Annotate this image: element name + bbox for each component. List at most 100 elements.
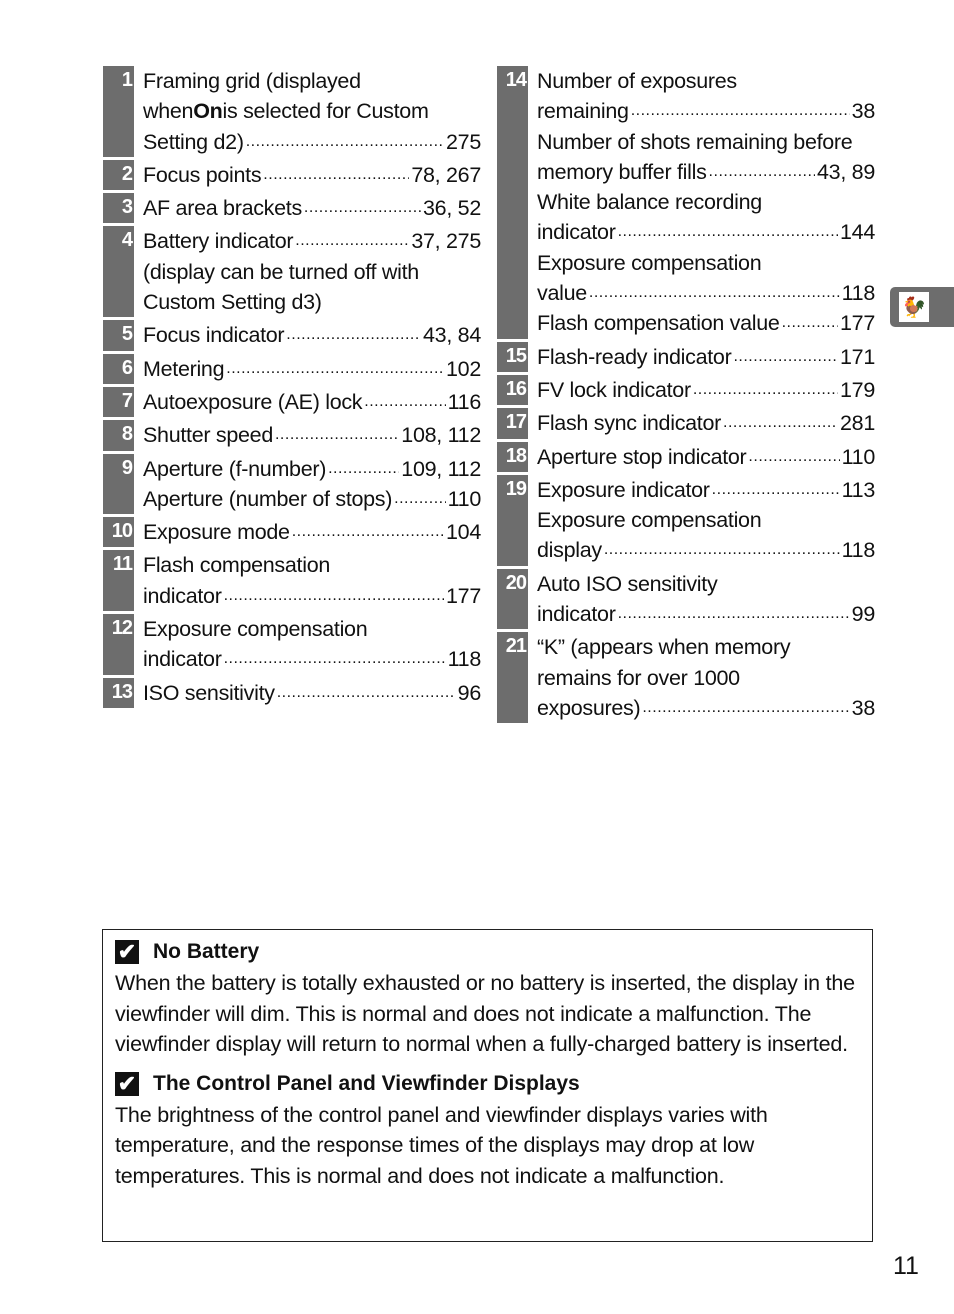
entry-label: Exposure compensation bbox=[143, 617, 368, 642]
dot-leader bbox=[712, 475, 840, 505]
dot-leader bbox=[304, 193, 421, 223]
dot-leader bbox=[224, 581, 444, 611]
entry-line: Focus points 78, 267 bbox=[143, 160, 481, 190]
entry-line: Custom Setting d3) bbox=[143, 287, 481, 317]
entry-label: memory buffer fills bbox=[537, 159, 707, 184]
entry-number-badge: 20 bbox=[497, 568, 528, 630]
entry-number-badge: 7 bbox=[103, 386, 134, 418]
dot-leader bbox=[364, 387, 445, 417]
dot-leader bbox=[693, 375, 838, 405]
entry-label: Metering bbox=[143, 356, 225, 381]
entry-text: Exposure mode 104 bbox=[134, 517, 481, 547]
page-reference: 179 bbox=[840, 377, 875, 402]
entry-line: indicator 144 bbox=[537, 217, 875, 247]
legend-entry: 6 Metering 102 bbox=[103, 353, 481, 384]
page-reference: 99 bbox=[851, 602, 876, 627]
entry-line: Framing grid (displayed bbox=[143, 66, 481, 96]
entry-label: Framing grid (displayed bbox=[143, 69, 361, 93]
dot-leader bbox=[277, 678, 456, 708]
dot-leader bbox=[295, 226, 409, 256]
entry-line: exposures) 38 bbox=[537, 693, 875, 723]
entry-text: Focus points 78, 267 bbox=[134, 160, 481, 190]
entry-line: Setting d2) 275 bbox=[143, 127, 481, 157]
entry-line: Battery indicator 37, 275 bbox=[143, 226, 481, 256]
entry-text: Flash-ready indicator 171 bbox=[528, 342, 875, 372]
dot-leader bbox=[286, 320, 421, 350]
entry-label: Exposure indicator bbox=[537, 477, 710, 502]
entry-line: ISO sensitivity 96 bbox=[143, 678, 481, 708]
entry-label-bold: On bbox=[193, 99, 223, 124]
entry-label: Custom Setting d3) bbox=[143, 290, 322, 315]
section-tab[interactable]: 🐓 bbox=[890, 287, 954, 327]
page-reference: 38 bbox=[851, 695, 876, 720]
entry-label: Auto ISO sensitivity bbox=[537, 571, 718, 596]
entry-line: Aperture (number of stops) 110 bbox=[143, 484, 481, 514]
page-reference: 177 bbox=[840, 311, 875, 336]
dot-leader bbox=[224, 644, 446, 674]
entry-line: indicator 177 bbox=[143, 581, 481, 611]
dot-leader bbox=[709, 157, 815, 187]
entry-line: (display can be turned off with bbox=[143, 257, 481, 287]
entry-label: Aperture (number of stops) bbox=[143, 486, 393, 511]
page-number: 11 bbox=[893, 1252, 919, 1280]
entry-number-badge: 12 bbox=[103, 614, 134, 675]
legend-column-left: 1 Framing grid (displayed when On is selec… bbox=[103, 66, 481, 711]
entry-label: Shutter speed bbox=[143, 423, 273, 448]
entry-line: when On is selected for Custom bbox=[143, 96, 481, 126]
note-displays: ✔ The Control Panel and Viewfinder Displa… bbox=[115, 1068, 860, 1192]
page-reference: 36, 52 bbox=[423, 196, 481, 221]
entry-line: Exposure compensation bbox=[143, 614, 481, 644]
note-body: When the battery is totally exhausted or… bbox=[115, 971, 855, 1056]
entry-number-badge: 8 bbox=[103, 420, 134, 451]
legend-entry: 4 Battery indicator 37, 275 (display can be… bbox=[103, 226, 481, 318]
entry-line: remains for over 1000 bbox=[537, 663, 875, 693]
entry-label: (display can be turned off with bbox=[143, 259, 419, 284]
entry-line: Number of shots remaining before bbox=[537, 127, 875, 157]
entry-text: FV lock indicator 179 bbox=[528, 375, 875, 405]
note-title: The Control Panel and Viewfinder Display… bbox=[153, 1071, 580, 1095]
entry-text: Exposure compensation indicator 118 bbox=[134, 614, 481, 675]
page-reference: 144 bbox=[840, 220, 875, 245]
entry-text: Shutter speed 108, 112 bbox=[134, 420, 481, 450]
entry-label: indicator bbox=[143, 583, 222, 608]
entry-number-badge: 14 bbox=[497, 66, 528, 339]
entry-line: White balance recording bbox=[537, 187, 875, 217]
legend-entry: 8 Shutter speed 108, 112 bbox=[103, 420, 481, 451]
entry-label: Flash compensation bbox=[143, 553, 331, 578]
entry-text: Autoexposure (AE) lock 116 bbox=[134, 387, 481, 417]
entry-line: FV lock indicator 179 bbox=[537, 375, 875, 405]
entry-label: White balance recording bbox=[537, 190, 762, 215]
legend-entry: 3 AF area brackets 36, 52 bbox=[103, 193, 481, 224]
legend-entry: 2 Focus points 78, 267 bbox=[103, 159, 481, 191]
legend-entry: 20 Auto ISO sensitivity indicator 99 bbox=[497, 568, 875, 630]
entry-label: Aperture (f-number) bbox=[143, 456, 327, 481]
legend-entry: 11 Flash compensation indicator 177 bbox=[103, 550, 481, 612]
legend-entry: 15 Flash-ready indicator 171 bbox=[497, 341, 875, 372]
dot-leader bbox=[733, 342, 838, 372]
entry-line: Exposure compensation bbox=[537, 505, 875, 535]
entry-label: Flash compensation value bbox=[537, 311, 780, 336]
entry-line: Flash-ready indicator 171 bbox=[537, 342, 875, 372]
entry-label: indicator bbox=[537, 602, 616, 627]
entry-text: Metering 102 bbox=[134, 354, 481, 384]
entry-label: Exposure mode bbox=[143, 520, 290, 545]
page-reference: 281 bbox=[840, 411, 875, 436]
entry-label: FV lock indicator bbox=[537, 377, 691, 402]
entry-line: AF area brackets 36, 52 bbox=[143, 193, 481, 223]
note-title: No Battery bbox=[153, 940, 260, 963]
legend-entry: 10 Exposure mode 104 bbox=[103, 517, 481, 548]
entry-label: AF area brackets bbox=[143, 196, 302, 221]
entry-number-badge: 13 bbox=[103, 677, 134, 708]
entry-line: indicator 99 bbox=[537, 599, 875, 629]
entry-label: value bbox=[537, 281, 587, 306]
page-reference: 118 bbox=[447, 647, 482, 672]
entry-text: Number of exposures remaining 38 Number of … bbox=[528, 66, 875, 339]
entry-line: Flash sync indicator 281 bbox=[537, 408, 875, 438]
legend-entry: 21 “K” (appears when memory remains for ov… bbox=[497, 632, 875, 724]
legend-entry: 9 Aperture (f-number) 109, 112 Aperture (nu… bbox=[103, 453, 481, 515]
entry-label-rest: is selected for Custom bbox=[222, 99, 429, 124]
entry-text: ISO sensitivity 96 bbox=[134, 678, 481, 708]
entry-line: remaining 38 bbox=[537, 96, 875, 126]
entry-label: indicator bbox=[537, 220, 616, 245]
rooster-weathervane-icon: 🐓 bbox=[899, 292, 929, 322]
